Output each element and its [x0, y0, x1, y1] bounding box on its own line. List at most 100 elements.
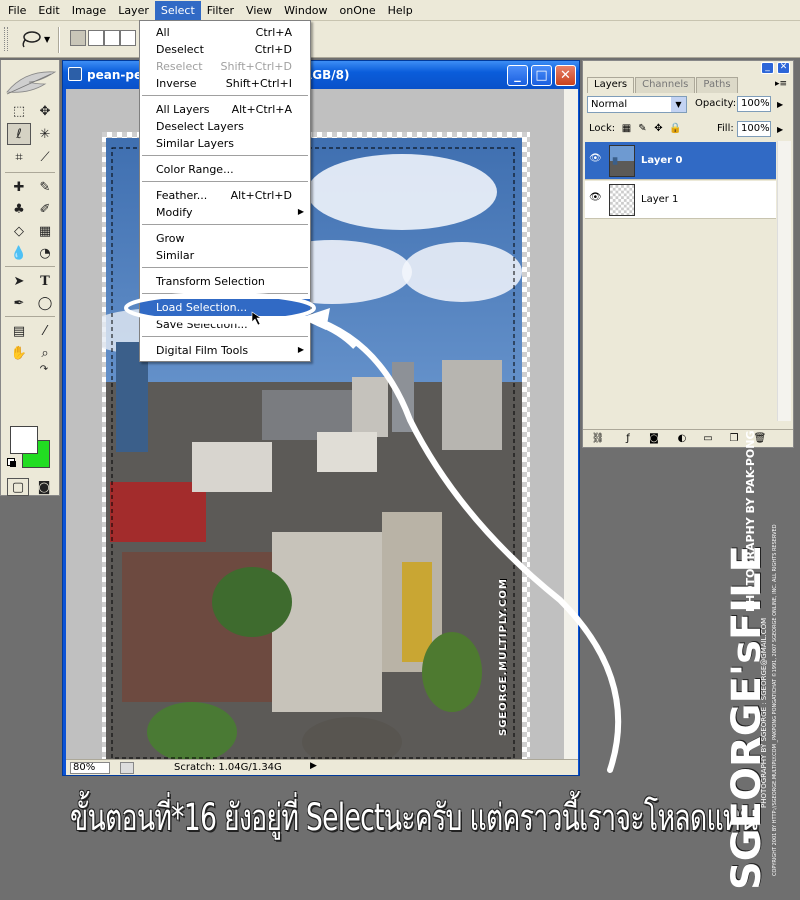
opacity-slider-icon[interactable]: ▶ — [777, 100, 783, 109]
menu-layer[interactable]: Layer — [112, 1, 155, 20]
options-separator — [58, 27, 60, 53]
magic-wand-tool-icon[interactable]: ✳ — [33, 123, 57, 145]
type-tool-icon[interactable]: T — [33, 270, 57, 292]
marquee-tool-icon[interactable]: ⬚ — [7, 100, 31, 122]
close-button[interactable]: ✕ — [555, 65, 576, 86]
subtract-from-selection-icon[interactable] — [104, 30, 120, 46]
tab-channels[interactable]: Channels — [635, 77, 696, 93]
minimize-button[interactable]: _ — [507, 65, 528, 86]
blur-tool-icon[interactable]: 💧 — [7, 242, 31, 264]
lasso-tool-icon[interactable]: ℓ — [7, 123, 31, 145]
layers-scrollbar[interactable] — [777, 141, 791, 421]
menu-separator — [142, 336, 308, 337]
pen-tool-icon[interactable]: ✒ — [7, 292, 31, 314]
new-layer-icon[interactable]: ❐ — [727, 433, 741, 445]
lasso-tool-preset-icon[interactable] — [18, 30, 42, 48]
menu-filter[interactable]: Filter — [201, 1, 240, 20]
adjustment-layer-icon[interactable]: ◐ — [675, 433, 689, 445]
eye-icon[interactable]: 👁 — [589, 192, 605, 206]
standard-mode-icon[interactable]: ▢ — [7, 478, 29, 496]
notes-tool-icon[interactable]: ▤ — [7, 320, 31, 342]
history-brush-tool-icon[interactable]: ✐ — [33, 198, 57, 220]
menu-item-feather[interactable]: Feather... Alt+Ctrl+D — [140, 187, 310, 204]
menu-item-load-selection[interactable]: Load Selection... — [140, 299, 310, 316]
zoom-tool-icon[interactable]: ⌕ — [33, 342, 57, 364]
layer-style-icon[interactable]: ƒ — [621, 433, 635, 445]
menu-item-all-layers[interactable]: All Layers Alt+Ctrl+A — [140, 101, 310, 118]
menu-image[interactable]: Image — [66, 1, 112, 20]
path-selection-tool-icon[interactable]: ➤ — [7, 270, 31, 292]
lock-position-icon[interactable]: ✥ — [653, 123, 664, 134]
link-layers-icon[interactable]: ⛓ — [591, 433, 605, 445]
menu-item-digital-film-tools[interactable]: Digital Film Tools ▶ — [140, 342, 310, 359]
add-to-selection-icon[interactable] — [88, 30, 104, 46]
maximize-button[interactable]: □ — [531, 65, 552, 86]
menu-onone[interactable]: onOne — [334, 1, 382, 20]
menu-item-color-range[interactable]: Color Range... — [140, 161, 310, 178]
status-menu-arrow-icon[interactable]: ▶ — [310, 761, 317, 771]
lock-transparent-icon[interactable]: ▦ — [621, 123, 632, 134]
menu-item-all[interactable]: All Ctrl+A — [140, 24, 310, 41]
intersect-selection-icon[interactable] — [120, 30, 136, 46]
menu-window[interactable]: Window — [278, 1, 333, 20]
menu-item-transform-selection[interactable]: Transform Selection — [140, 273, 310, 290]
status-info-icon[interactable] — [120, 762, 134, 774]
menu-view[interactable]: View — [240, 1, 278, 20]
panel-menu-icon[interactable]: ▸≡ — [775, 79, 787, 89]
slice-tool-icon[interactable]: ⟋ — [33, 146, 57, 168]
layer-mask-icon[interactable]: ◙ — [647, 433, 661, 445]
fill-slider-icon[interactable]: ▶ — [777, 125, 783, 134]
menu-item-save-selection[interactable]: Save Selection... — [140, 316, 310, 333]
default-colors-icon[interactable] — [7, 458, 16, 467]
menu-item-inverse[interactable]: Inverse Shift+Ctrl+I — [140, 75, 310, 92]
panel-close-button[interactable]: ✕ — [777, 62, 790, 74]
blend-mode-select[interactable]: Normal ▼ — [587, 96, 687, 113]
layers-panel: _ ✕ Layers Channels Paths ▸≡ Normal ▼ Op… — [582, 60, 794, 448]
foreground-color-swatch[interactable] — [10, 426, 38, 454]
hand-tool-icon[interactable]: ✋ — [7, 342, 31, 364]
opacity-field[interactable]: 100% — [737, 96, 771, 112]
tab-layers[interactable]: Layers — [587, 77, 635, 93]
fill-field[interactable]: 100% — [737, 121, 771, 137]
eye-icon[interactable]: 👁 — [589, 153, 605, 167]
menu-help[interactable]: Help — [382, 1, 419, 20]
tool-preset-dropdown-icon[interactable]: ▼ — [44, 35, 50, 44]
menu-item-grow[interactable]: Grow — [140, 230, 310, 247]
layer-row[interactable]: 👁 Layer 1 — [585, 181, 776, 219]
new-group-icon[interactable]: ▭ — [701, 433, 715, 445]
menu-item-deselect-layers[interactable]: Deselect Layers — [140, 118, 310, 135]
layer-row[interactable]: 👁 Layer 0 — [585, 142, 776, 180]
vertical-scrollbar[interactable] — [564, 89, 578, 759]
menu-file[interactable]: File — [2, 1, 32, 20]
menu-edit[interactable]: Edit — [32, 1, 65, 20]
zoom-field[interactable]: 80% — [70, 762, 110, 774]
brush-tool-icon[interactable]: ✎ — [33, 176, 57, 198]
lock-all-icon[interactable]: 🔒 — [669, 123, 681, 134]
dodge-tool-icon[interactable]: ◔ — [33, 242, 57, 264]
swap-colors-icon[interactable]: ↷ — [37, 362, 51, 376]
new-selection-icon[interactable] — [70, 30, 86, 46]
menu-item-similar-layers[interactable]: Similar Layers — [140, 135, 310, 152]
tab-paths[interactable]: Paths — [696, 77, 738, 93]
menu-item-deselect[interactable]: Deselect Ctrl+D — [140, 41, 310, 58]
menu-item-modify[interactable]: Modify ▶ — [140, 204, 310, 221]
panel-minimize-button[interactable]: _ — [761, 62, 774, 74]
clone-stamp-tool-icon[interactable]: ♣ — [7, 198, 31, 220]
quick-mask-mode-icon[interactable]: ◙ — [33, 478, 55, 496]
layer-thumbnail — [609, 184, 635, 216]
move-tool-icon[interactable]: ✥ — [33, 100, 57, 122]
healing-brush-tool-icon[interactable]: ✚ — [7, 176, 31, 198]
eraser-tool-icon[interactable]: ◇ — [7, 220, 31, 242]
crop-tool-icon[interactable]: ⌗ — [7, 146, 31, 168]
lock-image-icon[interactable]: ✎ — [637, 123, 648, 134]
shape-tool-icon[interactable]: ◯ — [33, 292, 57, 314]
layers-panel-titlebar[interactable]: _ ✕ — [583, 61, 793, 75]
options-bar-grip[interactable] — [4, 27, 8, 51]
menu-item-similar[interactable]: Similar — [140, 247, 310, 264]
scratch-info: Scratch: 1.04G/1.34G — [174, 762, 282, 773]
menu-select[interactable]: Select — [154, 0, 201, 20]
gradient-tool-icon[interactable]: ▦ — [33, 220, 57, 242]
eyedropper-tool-icon[interactable]: ⁄ — [33, 320, 57, 342]
feather-logo-icon[interactable] — [5, 68, 57, 98]
document-status-bar: 80% Scratch: 1.04G/1.34G ▶ — [66, 759, 578, 775]
